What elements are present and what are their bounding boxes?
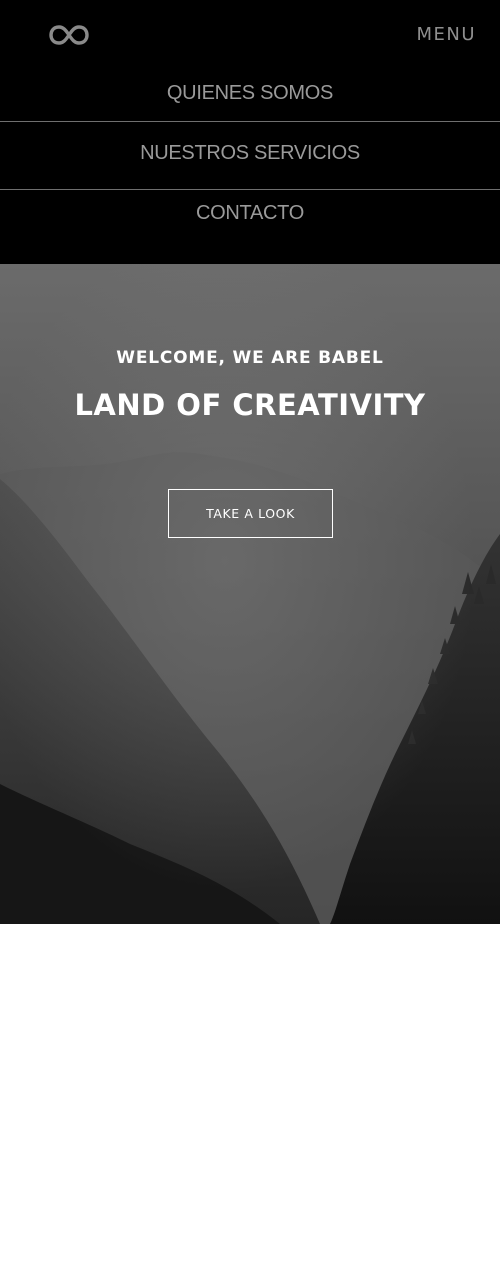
hero-subtitle: WELCOME, WE ARE BABEL [116,348,384,368]
take-a-look-button[interactable]: TAKE A LOOK [168,489,333,538]
hero-section: WELCOME, WE ARE BABEL LAND OF CREATIVITY… [0,264,500,924]
nav-divider [0,189,500,190]
nav-item-nuestros-servicios[interactable]: NUESTROS SERVICIOS [0,142,500,165]
nav-item-contacto[interactable]: CONTACTO [0,202,500,225]
nav-item-quienes-somos[interactable]: QUIENES SOMOS [0,82,500,105]
hero-title: LAND OF CREATIVITY [74,388,426,422]
nav-divider [0,121,500,122]
infinity-icon[interactable] [48,22,90,48]
top-navigation: MENU QUIENES SOMOS NUESTROS SERVICIOS CO… [0,0,500,264]
menu-button[interactable]: MENU [416,24,476,45]
